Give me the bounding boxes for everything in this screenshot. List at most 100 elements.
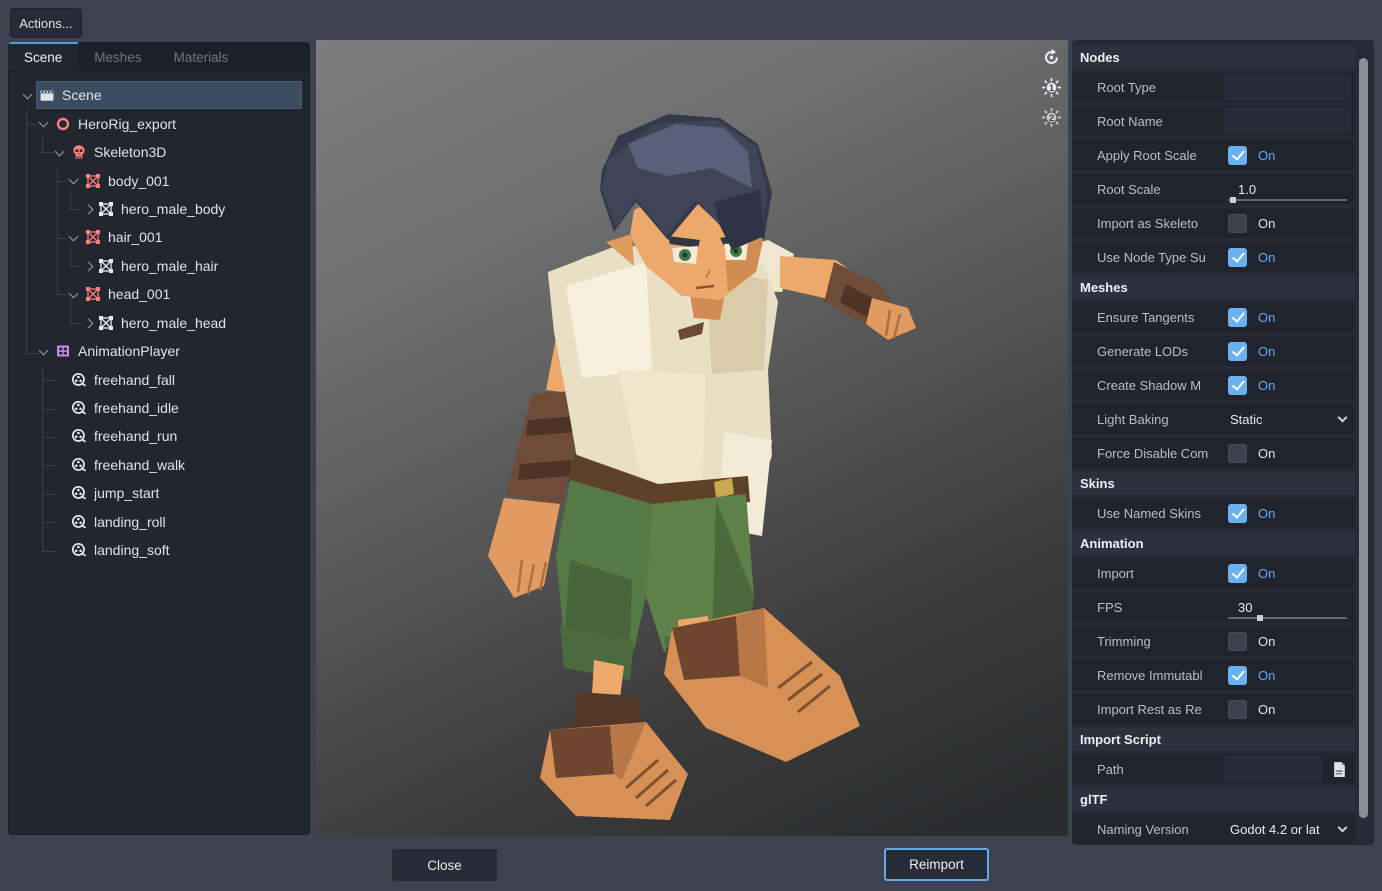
tree-guide-line (42, 137, 43, 153)
section-header-meshes[interactable]: Meshes (1072, 276, 1355, 298)
section-header-import-script[interactable]: Import Script (1072, 728, 1355, 750)
preview-light-1-button[interactable]: 1 (1040, 76, 1062, 98)
tree-guide-line (42, 409, 56, 410)
slider-track[interactable] (1228, 199, 1347, 201)
tree-item-hero-male-head[interactable]: hero_male_head (9, 309, 309, 337)
checkbox[interactable] (1228, 248, 1247, 267)
reimport-button[interactable]: Reimport (884, 848, 989, 881)
slider-handle[interactable] (1257, 615, 1263, 621)
actions-button[interactable]: Actions... (10, 8, 82, 38)
tree-guide-line (70, 209, 81, 210)
property-label: FPS (1072, 600, 1224, 615)
tree-item-scene[interactable]: Scene (9, 81, 309, 109)
tree-expand-chevron[interactable] (37, 337, 52, 365)
close-button[interactable]: Close (392, 849, 497, 881)
property-row-use-node-type-su: Use Node Type SuOn (1072, 242, 1355, 272)
checkbox-state-label: On (1258, 344, 1275, 359)
checkbox[interactable] (1228, 342, 1247, 361)
slider-value[interactable]: 30 (1224, 600, 1252, 615)
skeleton-icon (71, 144, 87, 160)
scrollbar-thumb[interactable] (1359, 58, 1368, 818)
preview-light-2-button[interactable]: 2 (1040, 106, 1062, 128)
animation-icon (71, 542, 87, 558)
inspector-scrollbar[interactable] (1359, 50, 1368, 838)
checkbox[interactable] (1228, 632, 1247, 651)
property-row-apply-root-scale: Apply Root ScaleOn (1072, 140, 1355, 170)
advanced-import-settings-dialog: { "actions_button": { "label": "Actions.… (0, 0, 1382, 891)
tree-item-herorig-export[interactable]: HeroRig_export (9, 109, 309, 137)
left-panel-tabbar: Scene Meshes Materials (8, 42, 310, 70)
checkbox[interactable] (1228, 308, 1247, 327)
checkbox[interactable] (1228, 146, 1247, 165)
tree-guide-line (42, 522, 56, 523)
tree-expand-chevron[interactable] (37, 109, 52, 137)
property-label: Naming Version (1072, 822, 1224, 837)
slider-handle[interactable] (1230, 197, 1236, 203)
checkbox[interactable] (1228, 214, 1247, 233)
chevron-down-icon (1338, 413, 1348, 423)
tree-guide-line (42, 494, 56, 495)
checkbox-state-label: On (1258, 310, 1275, 325)
checkbox-state-label: On (1258, 378, 1275, 393)
tree-expand-chevron[interactable] (53, 138, 68, 166)
mesh-icon (85, 286, 101, 302)
mesh-icon (85, 173, 101, 189)
tree-item-animationplayer[interactable]: AnimationPlayer (9, 337, 309, 365)
chevron-down-icon (1338, 823, 1348, 833)
slider-value[interactable]: 1.0 (1224, 182, 1256, 197)
checkbox[interactable] (1228, 376, 1247, 395)
property-row-fps: FPS30 (1072, 592, 1355, 622)
tree-item-hero-male-hair[interactable]: hero_male_hair (9, 252, 309, 280)
tree-expand-chevron[interactable] (80, 252, 95, 280)
file-browse-button[interactable] (1327, 756, 1351, 782)
tree-expand-chevron[interactable] (21, 81, 36, 109)
tab-meshes[interactable]: Meshes (78, 42, 157, 70)
dropdown[interactable]: Static (1224, 404, 1355, 434)
tab-scene[interactable]: Scene (8, 42, 78, 70)
tree-guide-line (70, 323, 81, 324)
tree-item-head-001[interactable]: head_001 (9, 280, 309, 308)
tree-guide-line (26, 109, 27, 355)
slider-track[interactable] (1228, 617, 1347, 619)
tree-expand-chevron[interactable] (80, 195, 95, 223)
section-header-gltf[interactable]: glTF (1072, 788, 1355, 810)
tree-item-skeleton3d[interactable]: Skeleton3D (9, 138, 309, 166)
tree-item-hero-male-body[interactable]: hero_male_body (9, 195, 309, 223)
tree-item-label: hero_male_head (121, 315, 226, 331)
section-header-skins[interactable]: Skins (1072, 472, 1355, 494)
checkbox[interactable] (1228, 444, 1247, 463)
tree-guide-line (42, 465, 56, 466)
property-label: Import as Skeleto (1072, 216, 1224, 231)
tab-materials[interactable]: Materials (158, 42, 245, 70)
tree-guide-line (26, 124, 36, 125)
checkbox[interactable] (1228, 504, 1247, 523)
dropdown[interactable]: Godot 4.2 or lat (1224, 814, 1355, 844)
path-field[interactable] (1224, 756, 1322, 782)
section-header-animation[interactable]: Animation (1072, 532, 1355, 554)
section-header-nodes[interactable]: Nodes (1072, 46, 1355, 68)
tree-item-label: freehand_fall (94, 372, 175, 388)
tree-item-hair-001[interactable]: hair_001 (9, 223, 309, 251)
text-field[interactable] (1224, 74, 1351, 100)
text-field[interactable] (1224, 108, 1351, 134)
property-label: Root Type (1072, 80, 1224, 95)
checkbox[interactable] (1228, 700, 1247, 719)
tree-item-label: freehand_idle (94, 400, 179, 416)
dropdown-value: Godot 4.2 or lat (1224, 822, 1320, 837)
tree-item-body-001[interactable]: body_001 (9, 166, 309, 194)
tree-item-label: freehand_walk (94, 457, 185, 473)
tree-guide-line (42, 551, 56, 552)
model-preview-viewport[interactable]: 12 (316, 40, 1068, 836)
property-label: Apply Root Scale (1072, 148, 1224, 163)
property-row-trimming: TrimmingOn (1072, 626, 1355, 656)
checkbox-state-label: On (1258, 566, 1275, 581)
tree-item-label: landing_roll (94, 514, 166, 530)
rotate-view-button[interactable] (1040, 46, 1062, 68)
checkbox-state-label: On (1258, 446, 1275, 461)
checkbox[interactable] (1228, 666, 1247, 685)
tree-expand-chevron[interactable] (80, 309, 95, 337)
checkbox-state-label: On (1258, 216, 1275, 231)
checkbox[interactable] (1228, 564, 1247, 583)
property-row-root-name: Root Name (1072, 106, 1355, 136)
tree-guide-line (57, 294, 66, 295)
